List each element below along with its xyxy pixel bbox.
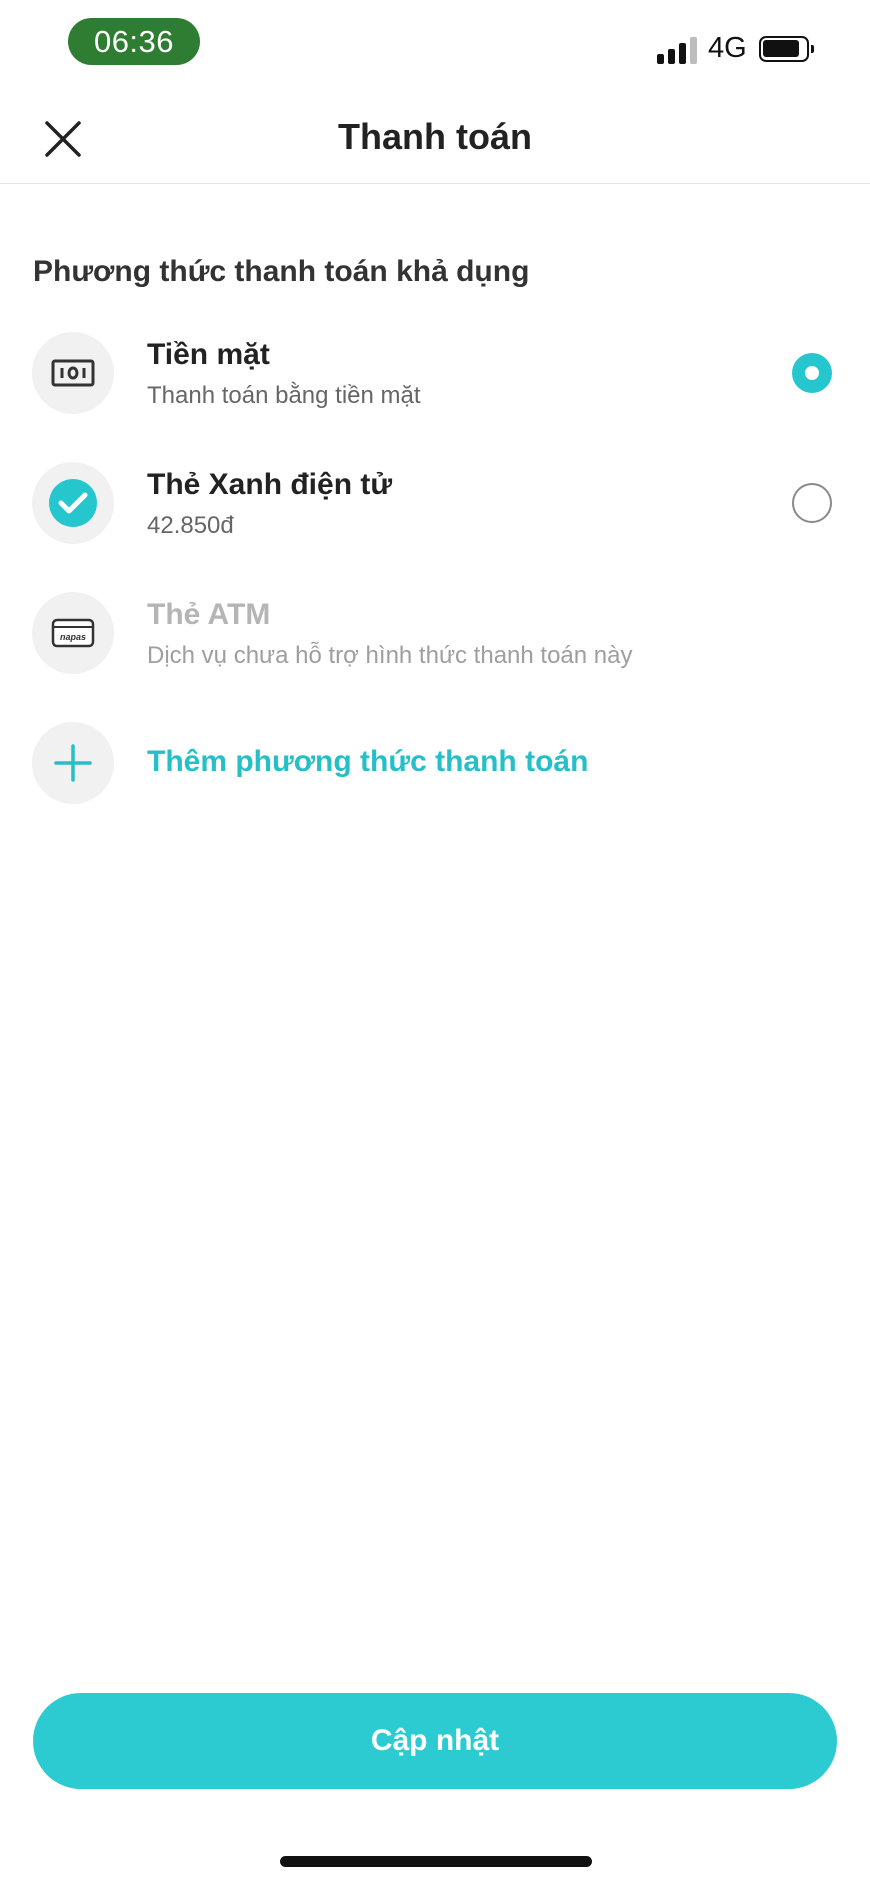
cash-icon [51, 359, 95, 387]
status-time: 06:36 [68, 18, 200, 65]
napas-card-icon-wrap: napas [32, 592, 114, 674]
page-title: Thanh toán [338, 116, 532, 157]
plus-icon [54, 744, 92, 782]
method-title: Tiền mặt [147, 338, 270, 371]
radio-unselected[interactable] [792, 483, 832, 523]
payment-method-cash[interactable]: Tiền mặt Thanh toán bằng tiền mặt [0, 316, 870, 426]
method-subtitle: Dịch vụ chưa hỗ trợ hình thức thanh toán… [147, 642, 633, 669]
battery-icon [759, 36, 814, 62]
napas-card-icon: napas [51, 618, 95, 648]
method-subtitle: Thanh toán bằng tiền mặt [147, 382, 421, 409]
add-payment-method-button[interactable]: Thêm phương thức thanh toán [0, 713, 870, 813]
green-card-icon [49, 479, 97, 527]
update-button[interactable]: Cập nhật [33, 1693, 837, 1789]
status-bar: 06:36 4G [0, 0, 870, 90]
green-card-icon-wrap [32, 462, 114, 544]
signal-icon [657, 36, 699, 64]
add-payment-method-label: Thêm phương thức thanh toán [147, 745, 589, 778]
plus-icon-wrap [32, 722, 114, 804]
method-balance: 42.850đ [147, 512, 234, 539]
payment-method-green-card[interactable]: Thẻ Xanh điện tử 42.850đ [0, 446, 870, 556]
header: Thanh toán [0, 90, 870, 184]
napas-logo-text: napas [60, 632, 86, 642]
method-title: Thẻ Xanh điện tử [147, 468, 393, 501]
section-title: Phương thức thanh toán khả dụng [33, 255, 530, 288]
radio-selected[interactable] [792, 353, 832, 393]
payment-method-atm: napas Thẻ ATM Dịch vụ chưa hỗ trợ hình t… [0, 576, 870, 686]
network-type: 4G [708, 32, 747, 64]
home-indicator [280, 1856, 592, 1867]
method-title: Thẻ ATM [147, 598, 271, 631]
cash-icon-wrap [32, 332, 114, 414]
